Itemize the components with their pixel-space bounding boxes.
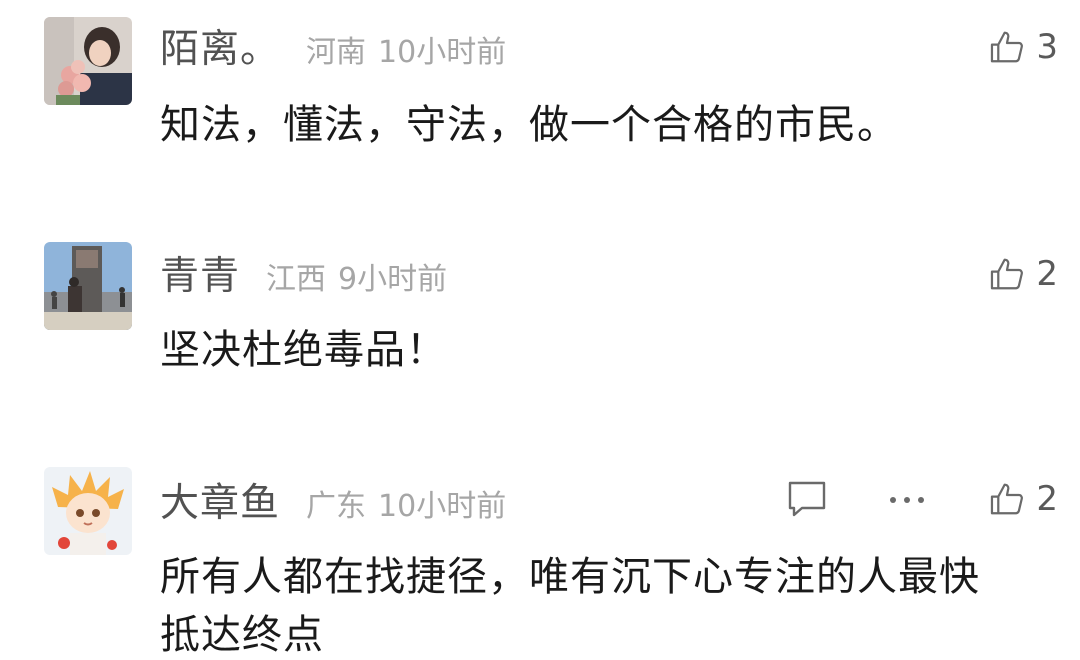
thumbs-up-icon	[991, 258, 1024, 290]
like-button[interactable]: 3	[988, 22, 1058, 72]
thumbs-up-icon	[991, 31, 1024, 63]
comment-meta: 陌离。 河南 10小时前	[160, 18, 506, 78]
comment-item: 陌离。 河南 10小时前 3 知法，懂法，守法，做一个合格的市民。	[0, 0, 1080, 200]
location: 河南	[306, 35, 367, 70]
timestamp: 10小时前	[378, 489, 507, 524]
comment-item: 青青 江西 9小时前 2 坚决杜绝毒品！	[0, 225, 1080, 445]
location: 广东	[306, 489, 367, 524]
timestamp: 9小时前	[338, 262, 448, 297]
username[interactable]: 青青	[160, 245, 240, 301]
comment-text-line-1: 所有人都在找捷径，唯有沉下心专注的人最快	[160, 554, 980, 600]
more-icon[interactable]	[887, 494, 927, 506]
comment-meta: 青青 江西 9小时前	[160, 245, 447, 305]
comment-text: 知法，懂法，守法，做一个合格的市民。	[160, 102, 898, 148]
timestamp: 10小时前	[378, 35, 507, 70]
comment-item: 大章鱼 广东 10小时前 2 所有人都在找捷径，唯有沉下心专注的人最快 抵达终点	[0, 450, 1080, 658]
comment-text-line-2: 抵达终点	[160, 612, 324, 658]
avatar-woman-with-flowers-icon	[44, 17, 132, 105]
username[interactable]: 大章鱼	[160, 472, 280, 528]
comment-meta: 大章鱼 广东 10小时前	[160, 472, 506, 532]
username[interactable]: 陌离。	[160, 18, 280, 74]
like-count: 2	[1036, 479, 1058, 519]
thumbs-up-icon	[991, 483, 1024, 515]
like-button[interactable]: 2	[988, 474, 1058, 524]
avatar-monument-photo-icon	[44, 242, 132, 330]
reply-icon[interactable]	[786, 480, 828, 518]
avatar[interactable]	[44, 17, 132, 105]
avatar[interactable]	[44, 467, 132, 555]
avatar[interactable]	[44, 242, 132, 330]
comment-text: 坚决杜绝毒品！	[160, 327, 447, 373]
like-count: 2	[1036, 254, 1058, 294]
like-button[interactable]: 2	[988, 249, 1058, 299]
like-count: 3	[1036, 27, 1058, 67]
avatar-anime-character-icon	[44, 467, 132, 555]
location: 江西	[266, 262, 327, 297]
